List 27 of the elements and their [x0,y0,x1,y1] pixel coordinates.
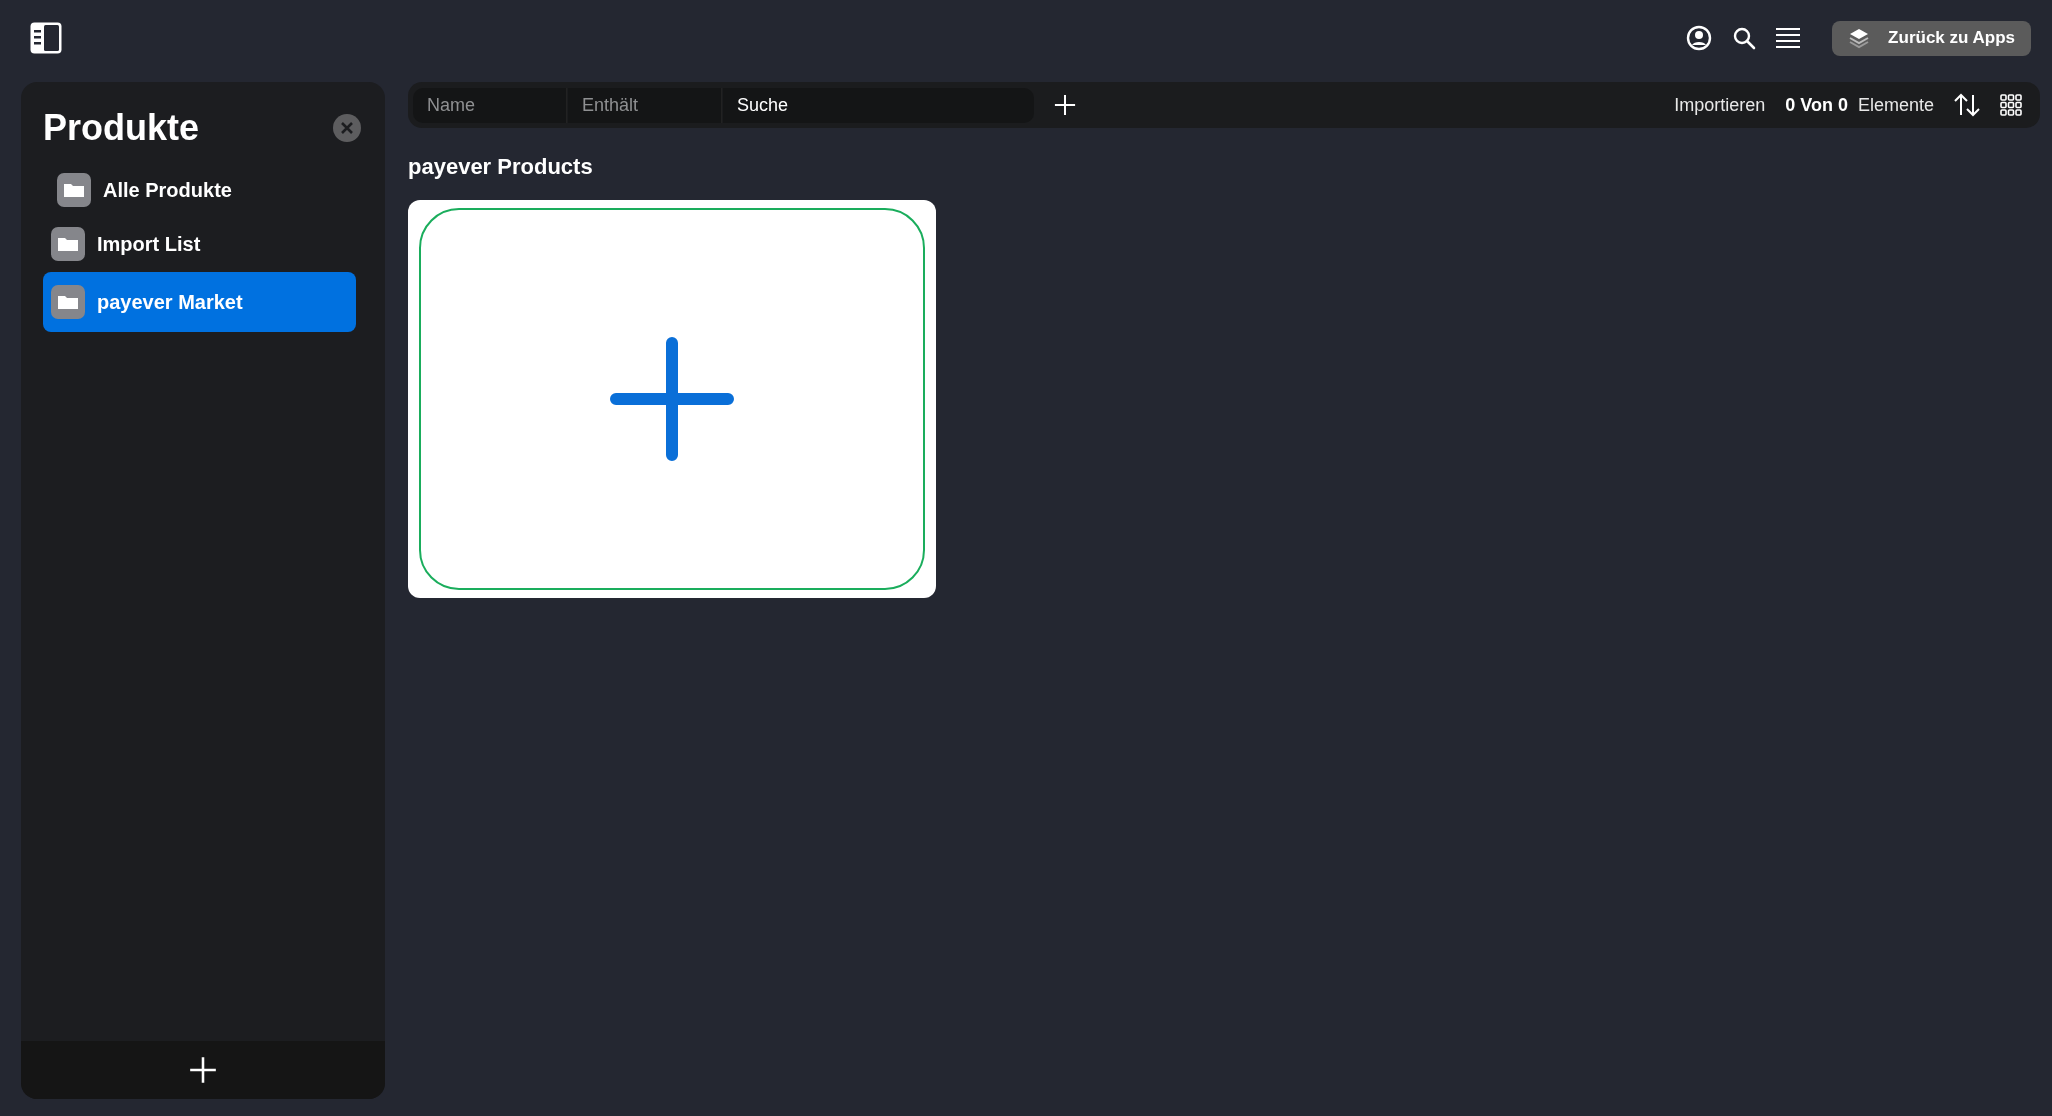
search-field[interactable]: Suche [723,87,1034,123]
search-icon[interactable] [1732,26,1757,50]
sidebar-title: Produkte [43,107,200,149]
sidebar-toggle-icon[interactable] [29,21,63,55]
menu-icon[interactable] [1776,27,1801,49]
import-link[interactable]: Importieren [1674,94,1766,116]
user-icon[interactable] [1686,25,1713,51]
close-icon[interactable] [332,113,362,143]
plus-icon [610,337,734,461]
filter-field[interactable]: Name [413,87,567,123]
grid-view-icon[interactable] [2000,94,2022,116]
section-title: payever Products [408,154,594,180]
filter-field[interactable]: Enthält [568,87,722,123]
item-count-label: Elemente [1857,94,1934,116]
add-product-card[interactable] [408,200,936,598]
layers-icon [1848,27,1871,49]
sidebar-item[interactable]: Alle Produkte [43,164,356,216]
item-count: 0 Von 0 [1785,94,1848,116]
folder-icon [51,227,85,261]
folder-icon [51,285,85,319]
add-folder-icon[interactable] [189,1056,217,1084]
folder-icon [57,173,91,207]
sidebar-item[interactable]: Import List [43,218,356,270]
sort-icon[interactable] [1954,93,1980,117]
sidebar-item[interactable]: payever Market [43,272,356,332]
add-filter-icon[interactable] [1054,94,1076,116]
back-to-apps-button[interactable]: Zurück zu Apps [1832,20,2031,56]
